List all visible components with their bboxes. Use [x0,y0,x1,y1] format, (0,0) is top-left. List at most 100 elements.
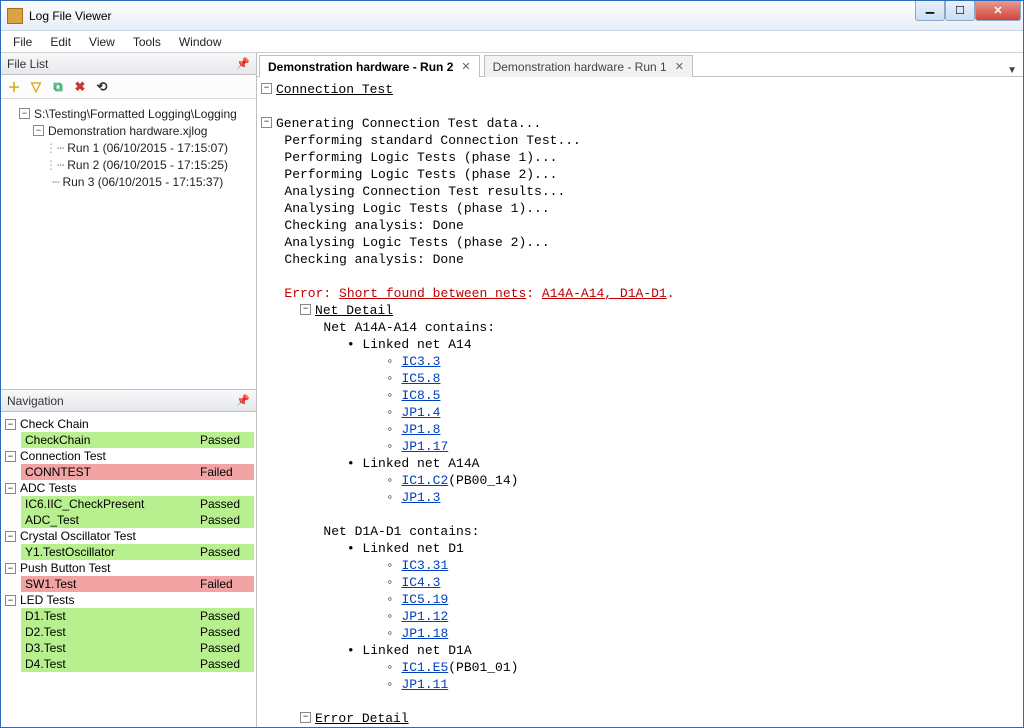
net-link[interactable]: IC1.E5 [401,660,448,675]
nav-item[interactable]: IC6.IIC_CheckPresentPassed [21,496,254,512]
nav-group-label: LED Tests [20,593,74,607]
log-content: −Connection Test −Generating Connection … [257,77,1023,727]
file-tree: − S:\Testing\Formatted Logging\Logging −… [1,99,256,389]
pin-icon[interactable]: 📌 [236,57,250,70]
nav-item[interactable]: CONNTESTFailed [21,464,254,480]
filelist-header: File List 📌 [1,53,256,75]
collapse-icon[interactable]: − [5,563,16,574]
tab-label: Demonstration hardware - Run 2 [268,60,453,74]
net-link[interactable]: JP1.11 [401,677,448,692]
nav-item-name: CheckChain [25,433,200,447]
filter-icon[interactable]: ▽ [27,78,45,96]
tree-project-label: Demonstration hardware.xjlog [48,124,207,138]
pin-icon[interactable]: 📌 [236,394,250,407]
nav-item[interactable]: ADC_TestPassed [21,512,254,528]
net-link[interactable]: IC5.8 [401,371,440,386]
add-icon[interactable]: ＋ [5,78,23,96]
tab-label: Demonstration hardware - Run 1 [493,60,667,74]
nav-group[interactable]: −Crystal Oscillator Test [3,528,254,544]
nav-item-name: D4.Test [25,657,200,671]
tree-root-label: S:\Testing\Formatted Logging\Logging [34,107,237,121]
tab-overflow-icon[interactable]: ▼ [1007,65,1017,76]
nav-group-label: Push Button Test [20,561,111,575]
tab-run1[interactable]: Demonstration hardware - Run 1 ✕ [484,55,693,77]
delete-icon[interactable]: ✖ [71,78,89,96]
log-viewport[interactable]: −Connection Test −Generating Connection … [257,77,1023,727]
collapse-icon[interactable]: − [5,419,16,430]
collapse-icon[interactable]: − [5,531,16,542]
app-icon [7,8,23,24]
refresh-icon[interactable]: ⟲ [93,78,111,96]
maximize-button[interactable] [945,1,975,21]
nav-group-label: ADC Tests [20,481,76,495]
nav-group[interactable]: −Connection Test [3,448,254,464]
tree-root[interactable]: − S:\Testing\Formatted Logging\Logging [5,105,252,122]
net-link[interactable]: JP1.12 [401,609,448,624]
collapse-icon[interactable]: − [33,125,44,136]
nav-item-name: D2.Test [25,625,200,639]
nav-item-name: IC6.IIC_CheckPresent [25,497,200,511]
tree-run[interactable]: ⋯Run 3 (06/10/2015 - 17:15:37) [5,173,252,190]
nav-group[interactable]: −ADC Tests [3,480,254,496]
collapse-icon[interactable]: − [5,483,16,494]
nav-group-label: Check Chain [20,417,89,431]
net-link[interactable]: JP1.8 [401,422,440,437]
close-icon[interactable]: ✕ [675,60,684,73]
menu-window[interactable]: Window [179,35,222,49]
tree-project[interactable]: − Demonstration hardware.xjlog [5,122,252,139]
close-button[interactable] [975,1,1021,21]
net-link[interactable]: JP1.4 [401,405,440,420]
nav-item[interactable]: D4.TestPassed [21,656,254,672]
net-link[interactable]: IC1.C2 [401,473,448,488]
filelist-title: File List [7,57,48,71]
nav-item-name: D1.Test [25,609,200,623]
navigation-title: Navigation [7,394,64,408]
nav-item[interactable]: D2.TestPassed [21,624,254,640]
copy-icon[interactable]: ⧉ [49,78,67,96]
collapse-icon[interactable]: − [19,108,30,119]
nav-item[interactable]: D1.TestPassed [21,608,254,624]
tree-run-label: Run 3 (06/10/2015 - 17:15:37) [62,175,223,189]
net-link[interactable]: JP1.17 [401,439,448,454]
nav-item-name: D3.Test [25,641,200,655]
net-link[interactable]: IC3.3 [401,354,440,369]
window-title: Log File Viewer [29,9,915,23]
nav-item-status: Passed [200,641,252,655]
nav-item-name: CONNTEST [25,465,200,479]
net-link[interactable]: IC5.19 [401,592,448,607]
net-link[interactable]: IC8.5 [401,388,440,403]
tree-run[interactable]: ⋮⋯Run 2 (06/10/2015 - 17:15:25) [5,156,252,173]
net-link[interactable]: JP1.3 [401,490,440,505]
nav-group[interactable]: −Check Chain [3,416,254,432]
net-link[interactable]: IC3.31 [401,558,448,573]
tab-run2[interactable]: Demonstration hardware - Run 2 ✕ [259,55,480,77]
menu-edit[interactable]: Edit [50,35,71,49]
tree-run[interactable]: ⋮⋯Run 1 (06/10/2015 - 17:15:07) [5,139,252,156]
menu-tools[interactable]: Tools [133,35,161,49]
net-link[interactable]: JP1.18 [401,626,448,641]
nav-item-status: Passed [200,625,252,639]
net-link[interactable]: IC4.3 [401,575,440,590]
nav-group[interactable]: −LED Tests [3,592,254,608]
nav-group-label: Crystal Oscillator Test [20,529,136,543]
minimize-button[interactable] [915,1,945,21]
nav-item[interactable]: D3.TestPassed [21,640,254,656]
nav-item-name: SW1.Test [25,577,200,591]
nav-group[interactable]: −Push Button Test [3,560,254,576]
menu-file[interactable]: File [13,35,32,49]
nav-item-status: Failed [200,465,252,479]
nav-item-name: Y1.TestOscillator [25,545,200,559]
collapse-icon[interactable]: − [5,595,16,606]
nav-item[interactable]: SW1.TestFailed [21,576,254,592]
collapse-icon[interactable]: − [5,451,16,462]
nav-item[interactable]: CheckChainPassed [21,432,254,448]
menu-view[interactable]: View [89,35,115,49]
tab-strip: Demonstration hardware - Run 2 ✕ Demonst… [257,53,1023,77]
nav-group-label: Connection Test [20,449,106,463]
nav-item-status: Passed [200,513,252,527]
close-icon[interactable]: ✕ [461,60,470,73]
navigation-header: Navigation 📌 [1,390,256,412]
nav-item[interactable]: Y1.TestOscillatorPassed [21,544,254,560]
nav-item-status: Passed [200,657,252,671]
nav-item-status: Passed [200,433,252,447]
